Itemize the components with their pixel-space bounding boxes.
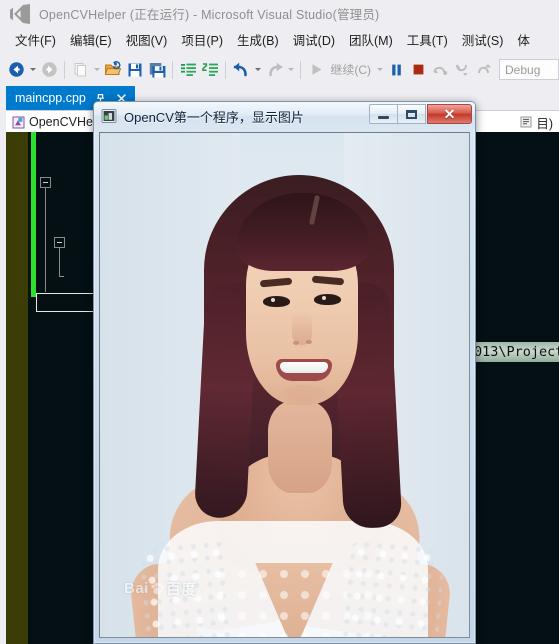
photo-eye-right bbox=[314, 294, 341, 305]
menu-item-test[interactable]: 测试(S) bbox=[455, 28, 511, 52]
close-icon: ✕ bbox=[443, 106, 456, 122]
step-over-icon[interactable] bbox=[429, 59, 451, 81]
vs-title-bar: OpenCVHelper (正在运行) - Microsoft Visual S… bbox=[0, 0, 559, 27]
menu-item-build[interactable]: 生成(B) bbox=[230, 28, 286, 52]
uncomment-lines-icon[interactable] bbox=[199, 59, 221, 81]
vs-toolbar: 继续(C) Debug bbox=[0, 53, 559, 86]
minimize-icon bbox=[378, 116, 389, 119]
new-item-dropdown-icon[interactable] bbox=[91, 59, 102, 81]
redo-dropdown-icon[interactable] bbox=[285, 59, 296, 81]
menu-item-tools[interactable]: 工具(T) bbox=[400, 28, 455, 52]
open-file-icon[interactable] bbox=[102, 59, 124, 81]
menu-item-debug[interactable]: 调试(D) bbox=[286, 28, 342, 52]
opencv-window-controls: ✕ bbox=[369, 104, 472, 124]
menu-item-view[interactable]: 视图(V) bbox=[119, 28, 175, 52]
outline-collapse-box[interactable] bbox=[54, 237, 65, 248]
menu-item-team[interactable]: 团队(M) bbox=[342, 28, 400, 52]
maximize-icon bbox=[406, 109, 417, 119]
photo-nostril-right bbox=[306, 340, 312, 344]
redo-icon[interactable] bbox=[263, 59, 285, 81]
continue-dropdown-icon[interactable] bbox=[374, 59, 385, 81]
photo-eye-left bbox=[263, 296, 290, 307]
opencv-image-window[interactable]: OpenCV第一个程序，显示图片 ✕ Bai 百度 bbox=[93, 101, 476, 644]
displayed-image: Bai 百度 bbox=[100, 133, 469, 637]
watermark-text-right: 百度 bbox=[165, 581, 197, 598]
opencv-image-client-area[interactable]: Bai 百度 bbox=[99, 132, 470, 638]
navbar-member-label: 目) bbox=[536, 116, 553, 131]
photo-eye-highlight-left bbox=[271, 298, 275, 302]
photo-nostril-left bbox=[293, 341, 299, 345]
navbar-project-cell[interactable]: OpenCVHe bbox=[6, 112, 99, 132]
photo-eye-highlight-right bbox=[322, 296, 326, 300]
photo-teeth bbox=[280, 362, 328, 373]
screenshot-root: OpenCVHelper (正在运行) - Microsoft Visual S… bbox=[0, 0, 559, 644]
save-all-icon[interactable] bbox=[146, 59, 168, 81]
maximize-button[interactable] bbox=[397, 104, 426, 124]
watermark-text-left: Bai bbox=[124, 580, 149, 597]
step-out-icon[interactable] bbox=[473, 59, 495, 81]
navigate-backward-icon[interactable] bbox=[5, 59, 27, 81]
menu-item-project[interactable]: 项目(P) bbox=[174, 28, 230, 52]
vs-menu-bar: 文件(F) 编辑(E) 视图(V) 项目(P) 生成(B) 调试(D) 团队(M… bbox=[0, 27, 559, 53]
menu-item-file[interactable]: 文件(F) bbox=[8, 28, 63, 52]
minimize-button[interactable] bbox=[369, 104, 398, 124]
image-window-icon bbox=[101, 108, 117, 124]
editor-selected-text: 013\Projects\ bbox=[472, 342, 559, 362]
editor-indicator-margin[interactable] bbox=[6, 132, 28, 644]
vs-title-text: OpenCVHelper (正在运行) - Microsoft Visual S… bbox=[39, 8, 380, 22]
continue-label[interactable]: 继续(C) bbox=[327, 61, 374, 78]
tab-label: maincpp.cpp bbox=[15, 91, 86, 105]
opencv-title-bar[interactable]: OpenCV第一个程序，显示图片 ✕ bbox=[94, 102, 475, 130]
paw-icon bbox=[150, 581, 165, 596]
outline-collapse-box[interactable] bbox=[40, 177, 51, 188]
stop-debug-icon[interactable] bbox=[407, 59, 429, 81]
toolbar-separator bbox=[172, 60, 174, 79]
solution-configuration-combo[interactable]: Debug bbox=[499, 59, 559, 80]
photo-lace-sleeve-right bbox=[332, 539, 446, 637]
pause-icon[interactable] bbox=[385, 59, 407, 81]
photo-neck bbox=[268, 401, 332, 493]
visual-studio-logo-icon bbox=[9, 3, 31, 24]
save-icon[interactable] bbox=[124, 59, 146, 81]
step-into-icon[interactable] bbox=[451, 59, 473, 81]
undo-icon[interactable] bbox=[230, 59, 252, 81]
comment-lines-icon[interactable] bbox=[177, 59, 199, 81]
toolbar-separator bbox=[225, 60, 227, 79]
method-icon bbox=[520, 116, 532, 128]
outline-guide-line bbox=[59, 248, 60, 276]
toolbar-separator bbox=[64, 60, 66, 79]
navigate-backward-dropdown-icon[interactable] bbox=[27, 59, 38, 81]
close-button[interactable]: ✕ bbox=[427, 104, 472, 124]
undo-dropdown-icon[interactable] bbox=[252, 59, 263, 81]
navbar-project-label: OpenCVHe bbox=[29, 115, 93, 129]
menu-item-architecture[interactable]: 体 bbox=[510, 28, 537, 52]
outline-guide-tick bbox=[59, 276, 64, 277]
menu-item-edit[interactable]: 编辑(E) bbox=[63, 28, 119, 52]
baidu-watermark: Bai 百度 bbox=[124, 578, 197, 599]
toolbar-separator bbox=[300, 60, 302, 79]
photo-chin bbox=[282, 385, 324, 401]
navbar-member-cell[interactable]: 目) bbox=[514, 112, 559, 132]
opencv-window-title: OpenCV第一个程序，显示图片 bbox=[124, 109, 304, 125]
navigate-forward-icon[interactable] bbox=[38, 59, 60, 81]
new-item-icon[interactable] bbox=[69, 59, 91, 81]
project-icon bbox=[12, 116, 25, 129]
photo-mouth bbox=[276, 359, 332, 381]
solution-configuration-value: Debug bbox=[505, 62, 541, 77]
start-debug-icon[interactable] bbox=[305, 59, 327, 81]
outline-guide-line bbox=[45, 188, 46, 292]
